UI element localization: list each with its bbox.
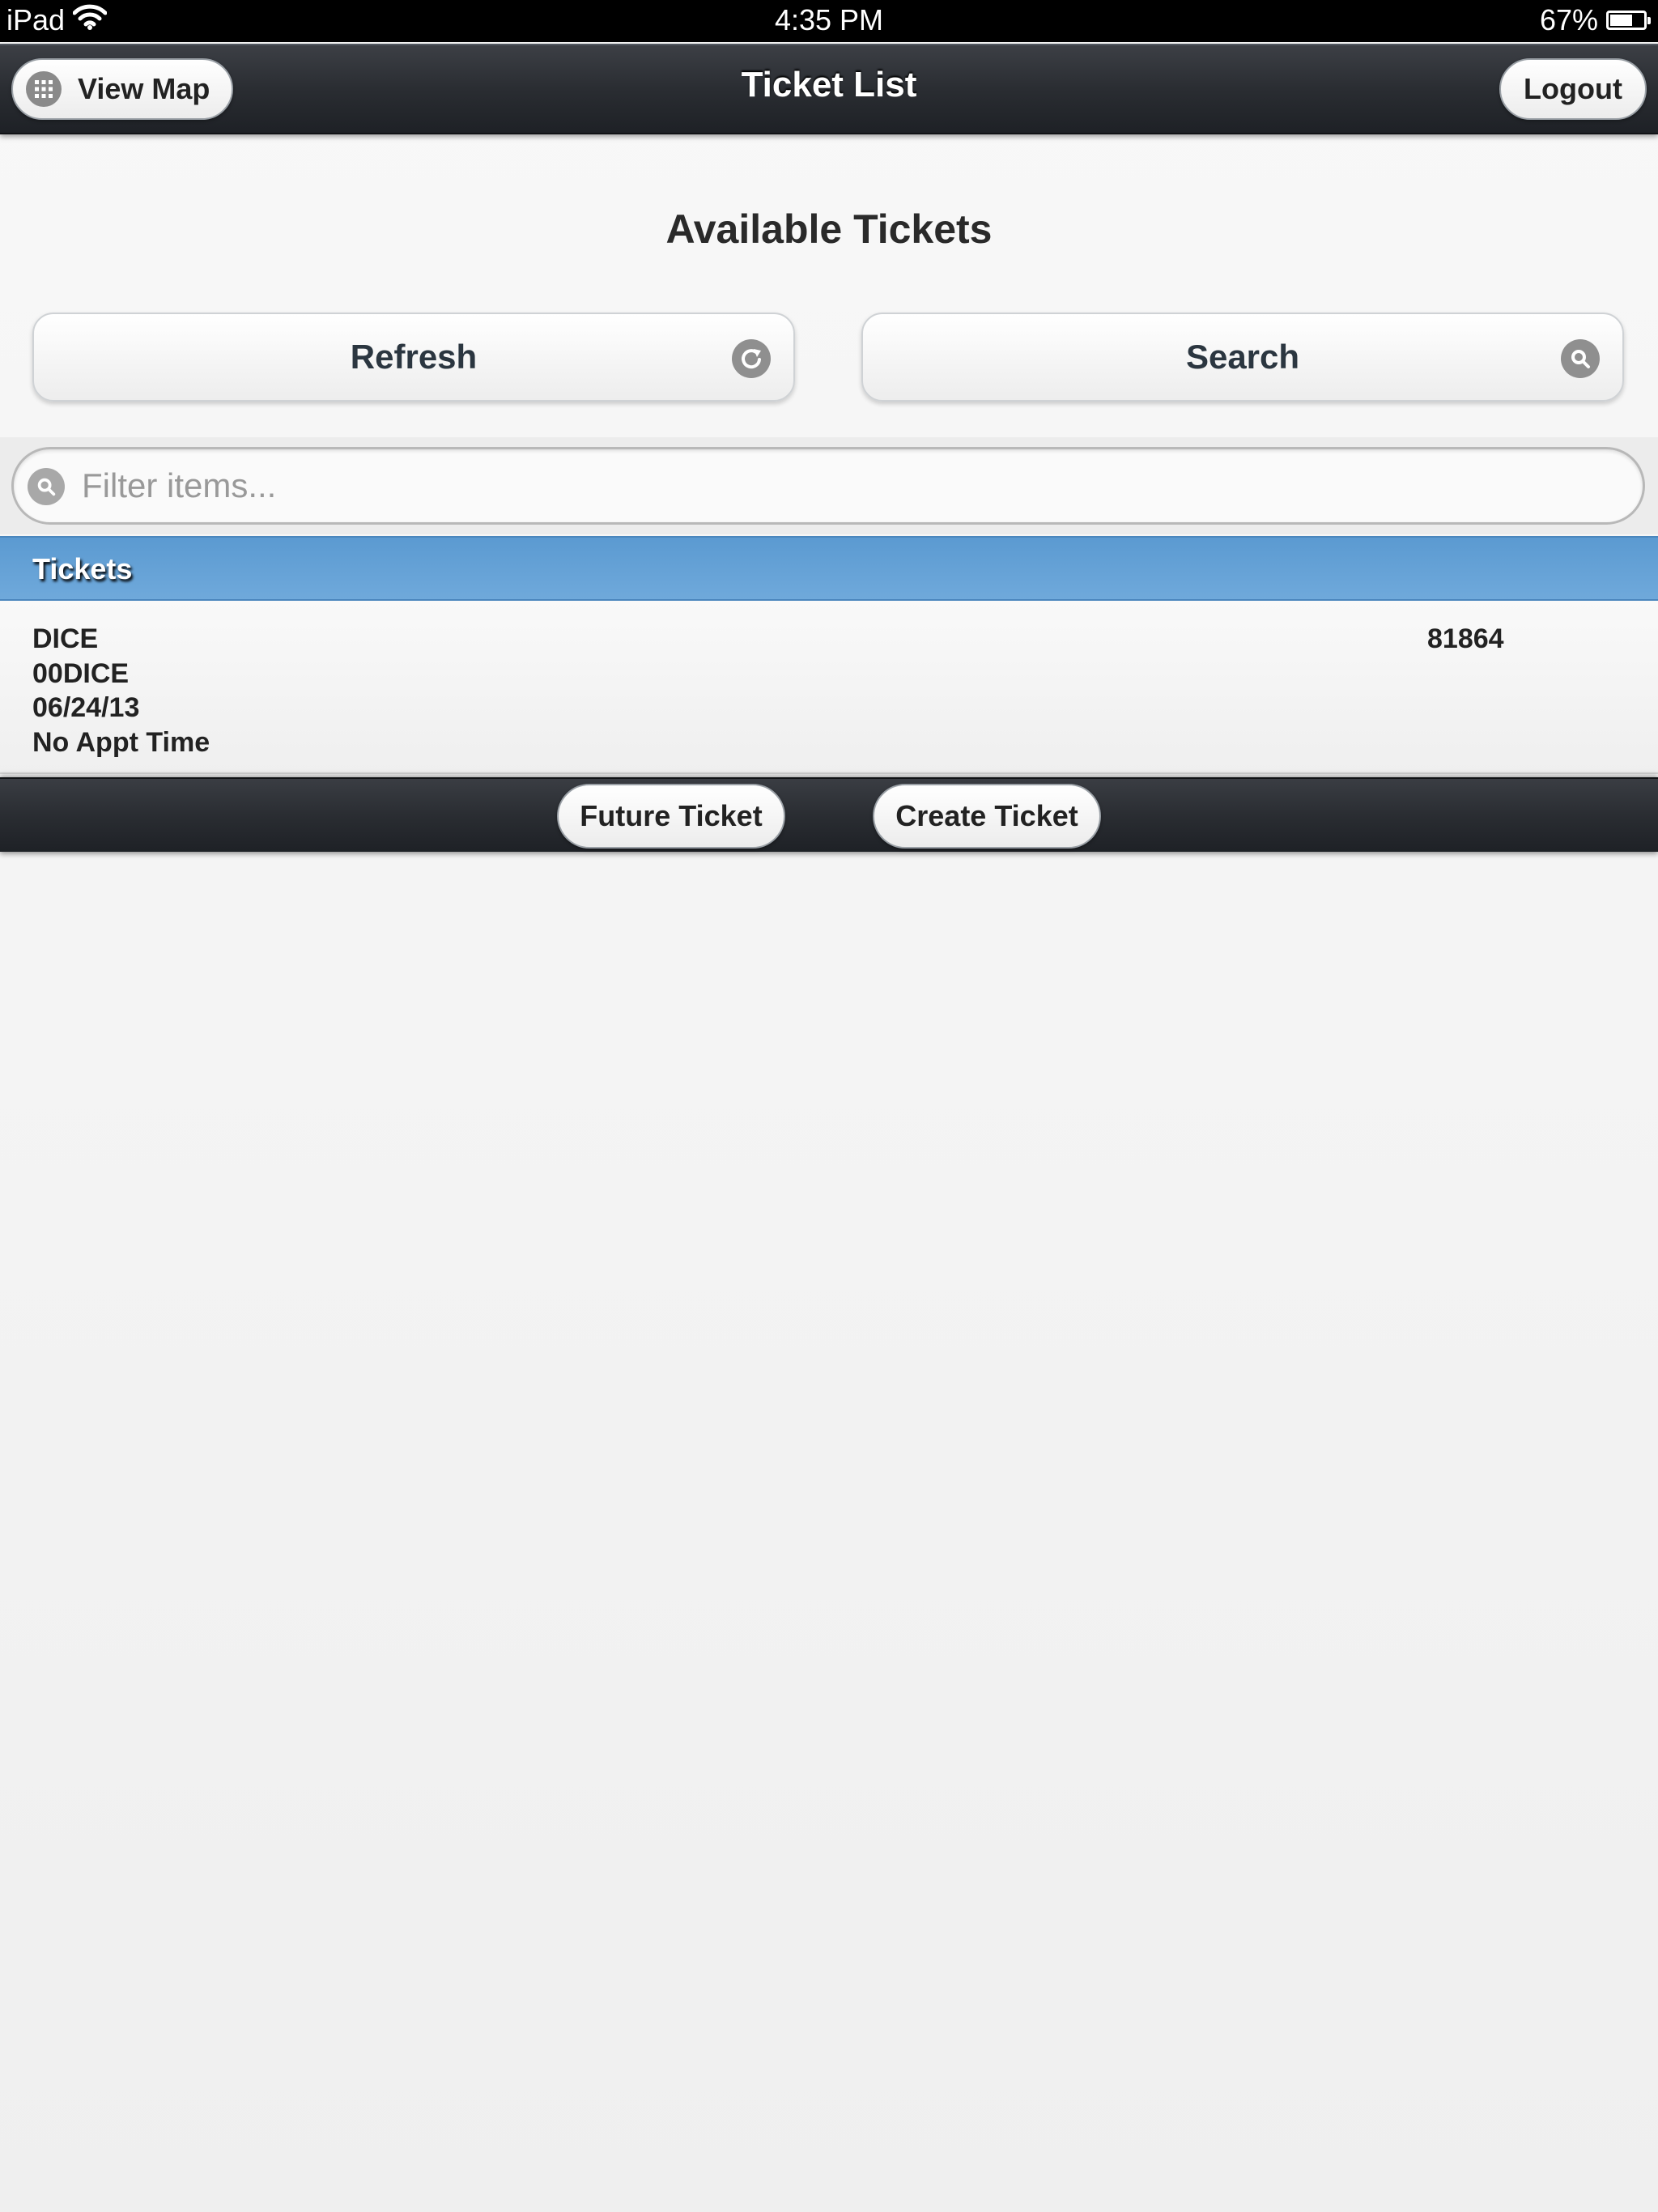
ticket-code: 00DICE bbox=[32, 658, 130, 689]
header-bar: View Map Ticket List Logout bbox=[0, 44, 1658, 134]
ticket-date: 06/24/13 bbox=[32, 692, 140, 723]
future-ticket-button[interactable]: Future Ticket bbox=[557, 784, 785, 849]
page-title: Ticket List bbox=[741, 65, 917, 104]
search-icon bbox=[1561, 339, 1600, 378]
create-ticket-button[interactable]: Create Ticket bbox=[873, 784, 1101, 849]
filter-search-icon bbox=[28, 468, 65, 505]
available-tickets-heading: Available Tickets bbox=[665, 206, 993, 252]
ticket-id: 81864 bbox=[1427, 623, 1504, 654]
tickets-divider-label: Tickets bbox=[32, 552, 133, 585]
search-label: Search bbox=[1185, 338, 1300, 376]
ticket-appt-time: No Appt Time bbox=[32, 727, 210, 758]
ticket-name: DICE bbox=[32, 623, 99, 654]
refresh-button[interactable]: Refresh bbox=[32, 313, 795, 402]
status-right: 67% bbox=[1539, 3, 1651, 37]
battery-charging-icon bbox=[1606, 11, 1651, 30]
footer-toolbar: Future Ticket Create Ticket bbox=[0, 777, 1658, 852]
ticket-list-item[interactable]: DICE 00DICE 06/24/13 No Appt Time 81864 bbox=[0, 601, 1658, 774]
filter-input[interactable] bbox=[11, 447, 1645, 525]
tickets-divider: Tickets bbox=[0, 536, 1658, 601]
status-bar: iPad 4:35 PM 67% bbox=[0, 0, 1658, 42]
logout-button[interactable]: Logout bbox=[1499, 58, 1647, 120]
status-time: 4:35 PM bbox=[774, 3, 884, 36]
refresh-label: Refresh bbox=[350, 338, 478, 376]
search-button[interactable]: Search bbox=[861, 313, 1624, 402]
battery-percent: 67% bbox=[1539, 3, 1598, 36]
filter-bar bbox=[0, 437, 1658, 534]
refresh-icon bbox=[732, 339, 771, 378]
battery-level bbox=[1610, 15, 1632, 26]
